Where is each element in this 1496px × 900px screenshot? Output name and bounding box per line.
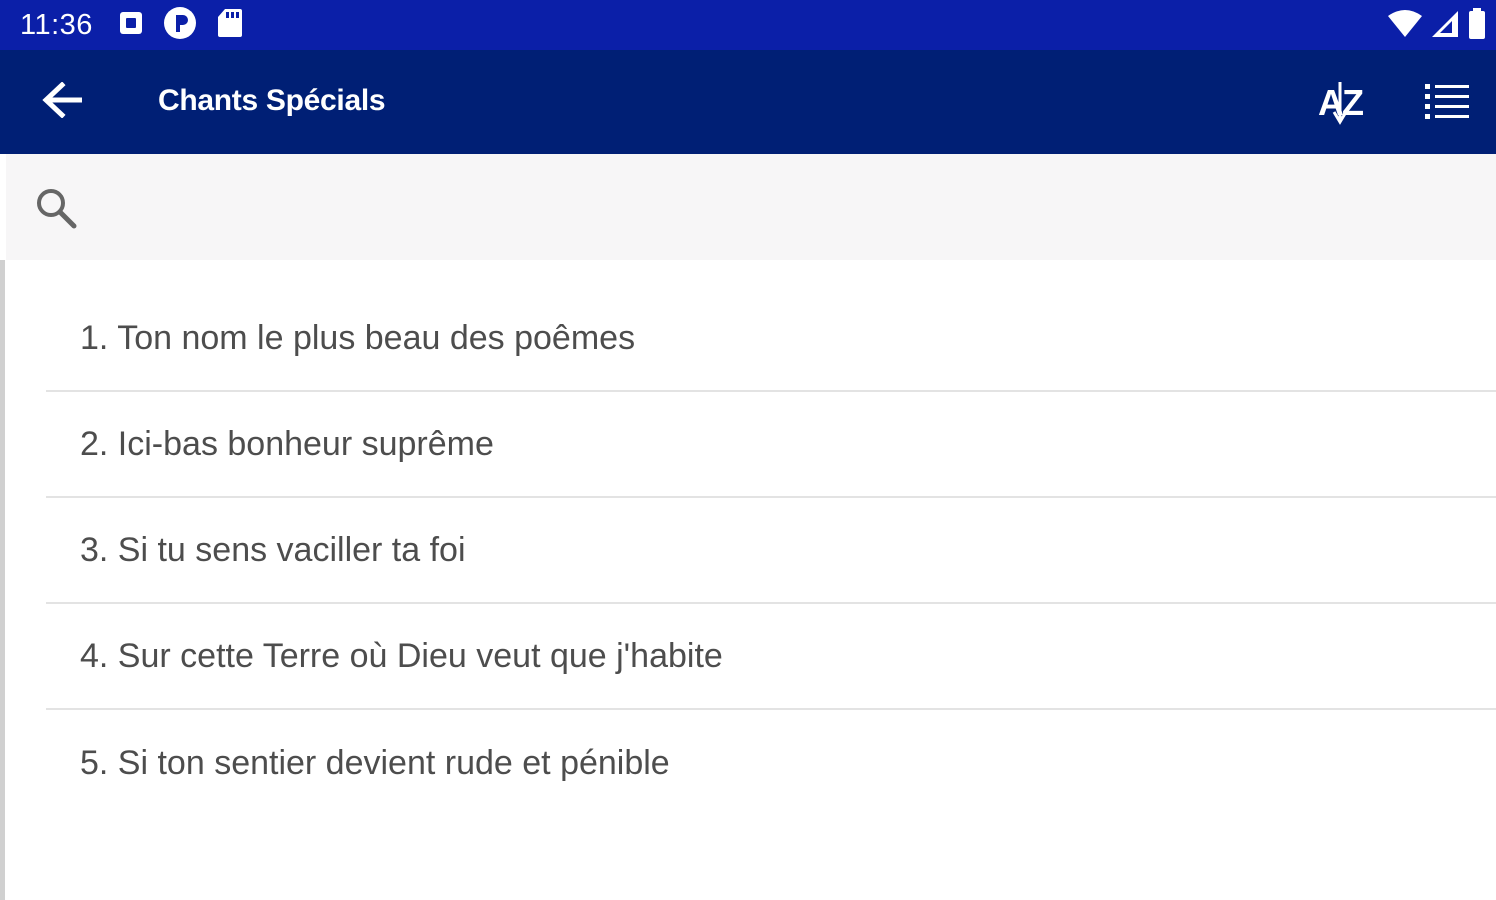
page-title: Chants Spécials bbox=[158, 84, 386, 117]
search-icon[interactable] bbox=[32, 184, 80, 232]
song-item-3[interactable]: 3. Si tu sens vaciller ta foi bbox=[46, 498, 1496, 604]
list-icon bbox=[1423, 81, 1471, 126]
song-item-2[interactable]: 2. Ici-bas bonheur suprême bbox=[46, 392, 1496, 498]
notification-icon bbox=[119, 11, 143, 40]
app-bar: Chants Spécials AZ bbox=[0, 50, 1496, 154]
sd-card-icon bbox=[217, 8, 243, 43]
sort-az-button[interactable]: AZ bbox=[1312, 76, 1374, 130]
song-item-5[interactable]: 5. Si ton sentier devient rude et pénibl… bbox=[46, 710, 1496, 816]
song-item-1[interactable]: 1. Ton nom le plus beau des poêmes bbox=[46, 286, 1496, 392]
status-left-icons bbox=[119, 6, 243, 45]
data-saver-icon bbox=[163, 6, 197, 45]
song-list: 1. Ton nom le plus beau des poêmes 2. Ic… bbox=[46, 286, 1496, 816]
status-time: 11:36 bbox=[20, 8, 93, 41]
search-bar bbox=[6, 154, 1496, 260]
signal-icon bbox=[1430, 9, 1460, 44]
status-right-icons bbox=[1388, 8, 1486, 45]
list-view-button[interactable] bbox=[1418, 76, 1476, 130]
wifi-icon bbox=[1388, 10, 1422, 43]
status-bar: 11:36 bbox=[0, 0, 1496, 50]
arrow-left-icon bbox=[42, 80, 83, 123]
back-button[interactable] bbox=[36, 80, 88, 124]
search-input[interactable] bbox=[102, 178, 1466, 236]
left-edge-divider bbox=[0, 260, 5, 900]
song-item-4[interactable]: 4. Sur cette Terre où Dieu veut que j'ha… bbox=[46, 604, 1496, 710]
battery-icon bbox=[1468, 8, 1486, 45]
